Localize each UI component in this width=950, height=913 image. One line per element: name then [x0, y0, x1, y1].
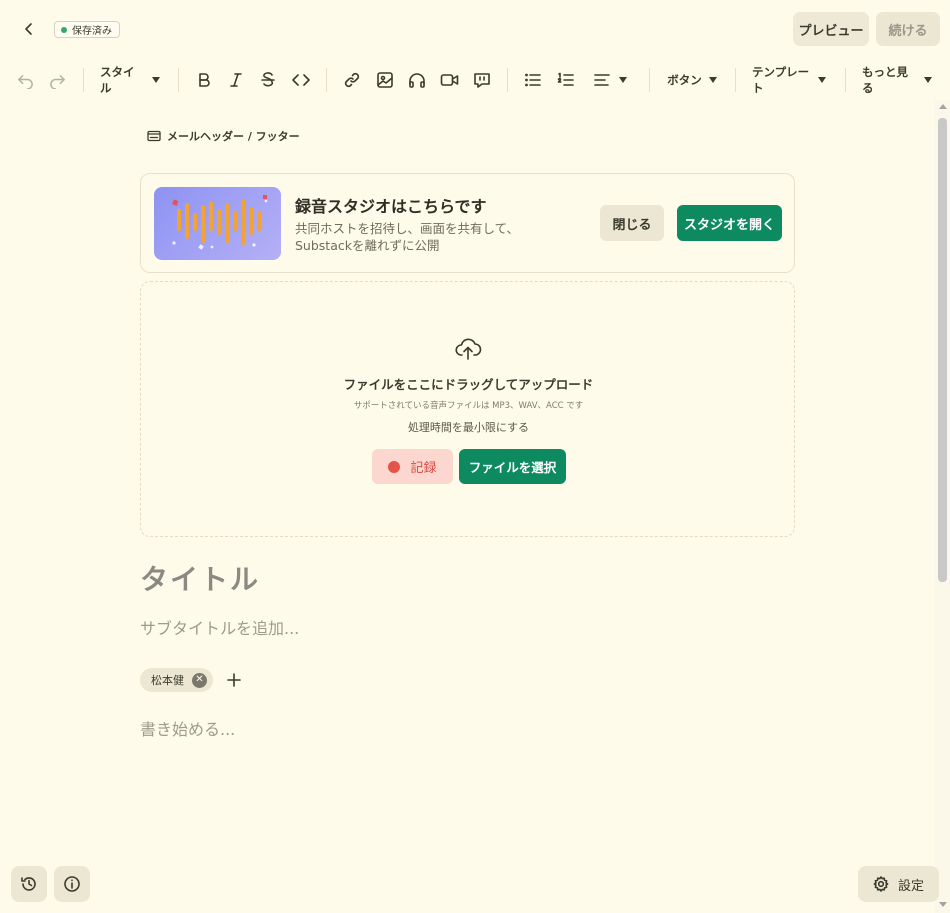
link-button[interactable]: [341, 62, 363, 98]
caret-down-icon: [708, 77, 717, 83]
more-dropdown-label: もっと見る: [862, 65, 908, 95]
open-studio-button[interactable]: スタジオを開く: [677, 205, 782, 241]
studio-illustration: [154, 187, 281, 260]
audio-button[interactable]: [406, 62, 428, 98]
toolbar-divider: [845, 68, 846, 92]
info-button[interactable]: [54, 866, 90, 902]
toolbar-divider: [507, 68, 508, 92]
link-icon: [344, 72, 360, 88]
undo-button[interactable]: [14, 62, 36, 98]
caret-down-icon: [924, 77, 932, 83]
video-button[interactable]: [438, 62, 460, 98]
saved-status-dot: [61, 26, 67, 33]
style-dropdown[interactable]: スタイル: [100, 62, 160, 98]
post-body-editor[interactable]: 書き始める...: [140, 716, 235, 740]
image-button[interactable]: [374, 62, 396, 98]
record-dot-icon: [388, 460, 401, 473]
supported-formats-text: サポートされている音声ファイルは MP3、WAV、ACC です: [353, 401, 584, 411]
align-dropdown[interactable]: [589, 62, 631, 98]
post-title-input[interactable]: タイトル: [140, 558, 260, 598]
bold-button[interactable]: [194, 62, 214, 98]
window-card-icon: [147, 130, 161, 142]
formatting-toolbar: スタイル ボタン テンプレート もっと見る: [0, 62, 950, 98]
caret-down-icon: [818, 77, 826, 83]
close-banner-button[interactable]: 閉じる: [600, 205, 664, 241]
bullet-list-button[interactable]: [522, 62, 544, 98]
toolbar-divider: [735, 68, 736, 92]
cloud-upload-icon: [455, 338, 482, 360]
numbered-list-icon: [557, 72, 574, 86]
video-camera-icon: [440, 74, 458, 86]
saved-status-badge: 保存済み: [54, 21, 120, 38]
bullet-list-icon: [525, 73, 541, 87]
recording-studio-banner: 録音スタジオはこちらです 共同ホストを招待し、画面を共有して、Substackを…: [140, 173, 795, 273]
studio-banner-title: 録音スタジオはこちらです: [295, 197, 487, 216]
record-button[interactable]: 記録: [372, 449, 453, 484]
upload-instruction: ファイルをここにドラッグしてアップロード: [343, 377, 594, 392]
email-header-footer-label: メールヘッダー / フッター: [167, 130, 300, 143]
toolbar-divider: [649, 68, 650, 92]
author-chip: 松本健 ✕: [140, 668, 213, 692]
button-dropdown-label: ボタン: [667, 73, 702, 87]
strikethrough-button[interactable]: [258, 62, 278, 98]
plus-icon: [227, 673, 241, 687]
undo-icon: [17, 74, 33, 89]
back-button[interactable]: [18, 18, 40, 40]
italic-icon: [230, 73, 242, 87]
post-subtitle-input[interactable]: サブタイトルを追加...: [140, 615, 299, 639]
strikethrough-icon: [261, 72, 275, 87]
record-button-label: 記録: [410, 461, 437, 476]
minimize-processing-text: 処理時間を最小限にする: [407, 421, 530, 434]
chevron-left-icon: [25, 23, 32, 35]
history-icon: [21, 877, 36, 891]
more-dropdown[interactable]: もっと見る: [862, 62, 932, 98]
bold-icon: [199, 73, 210, 87]
code-icon: [292, 74, 310, 86]
scroll-up-arrow-icon[interactable]: [939, 104, 947, 109]
email-header-footer-link[interactable]: メールヘッダー / フッター: [147, 128, 300, 144]
caret-down-icon: [152, 77, 160, 83]
button-dropdown[interactable]: ボタン: [666, 62, 718, 98]
audio-waveform-illustration: [172, 195, 268, 250]
preview-button[interactable]: プレビュー: [793, 12, 869, 46]
scrollbar-thumb[interactable]: [938, 118, 947, 582]
settings-label: 設定: [897, 878, 924, 894]
settings-button[interactable]: 設定: [858, 866, 939, 902]
quote-bubble-icon: [474, 73, 490, 88]
choose-file-button[interactable]: ファイルを選択: [459, 449, 566, 484]
toolbar-divider: [83, 68, 84, 92]
image-icon: [377, 72, 393, 88]
italic-button[interactable]: [226, 62, 246, 98]
style-dropdown-label: スタイル: [100, 65, 135, 95]
scroll-down-arrow-icon[interactable]: [939, 902, 947, 907]
numbered-list-button[interactable]: [555, 62, 577, 98]
author-name: 松本健: [151, 674, 184, 687]
top-bar: 保存済み プレビュー 続ける: [0, 0, 950, 60]
template-dropdown-label: テンプレート: [752, 65, 810, 95]
info-icon: [64, 876, 80, 892]
remove-author-icon[interactable]: ✕: [192, 672, 207, 688]
redo-icon: [49, 74, 65, 89]
template-dropdown[interactable]: テンプレート: [752, 62, 826, 98]
saved-status-text: 保存済み: [72, 26, 112, 37]
pull-quote-button[interactable]: [471, 62, 493, 98]
audio-upload-dropzone[interactable]: ファイルをここにドラッグしてアップロード サポートされている音声ファイルは MP…: [140, 281, 795, 537]
toolbar-divider: [326, 68, 327, 92]
headphones-icon: [409, 73, 425, 88]
align-left-icon: [593, 74, 610, 86]
caret-down-icon: [618, 77, 627, 83]
redo-button[interactable]: [46, 62, 68, 98]
add-author-button[interactable]: [225, 670, 243, 690]
toolbar-divider: [178, 68, 179, 92]
code-button[interactable]: [290, 62, 312, 98]
studio-banner-description: 共同ホストを招待し、画面を共有して、Substackを離れずに公開: [295, 221, 520, 253]
gear-icon: [873, 876, 889, 892]
version-history-button[interactable]: [11, 866, 47, 902]
continue-button[interactable]: 続ける: [876, 12, 940, 46]
